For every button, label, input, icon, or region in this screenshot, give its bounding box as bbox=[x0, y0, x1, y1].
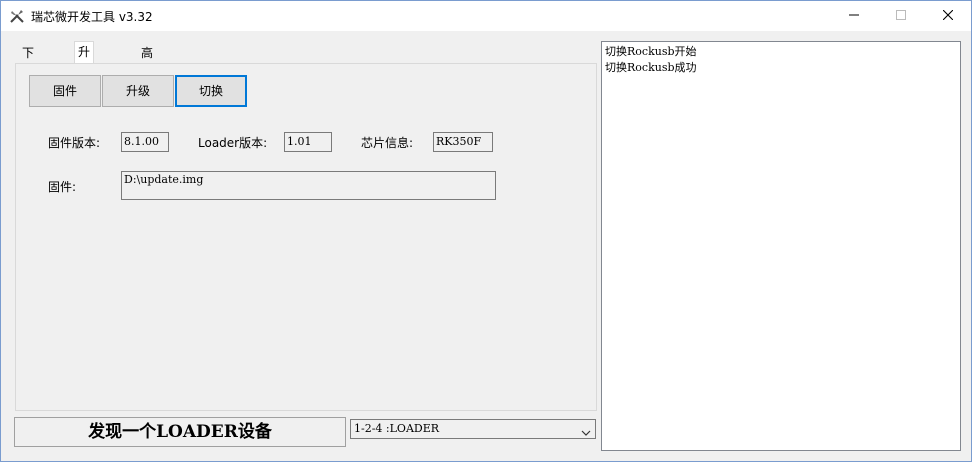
log-panel[interactable]: 切换Rockusb开始 切换Rockusb成功 bbox=[601, 41, 961, 451]
firmware-path-label: 固件: bbox=[48, 180, 77, 194]
close-icon bbox=[942, 9, 954, 21]
title-bar: 瑞芯微开发工具 v3.32 bbox=[1, 1, 971, 31]
chip-info-field: RK350F bbox=[433, 132, 493, 152]
main-window: 瑞芯微开发工具 v3.32 下载镜像 升级固件 高级功能 固件 升级 切换 固件… bbox=[0, 0, 972, 462]
switch-button[interactable]: 切换 bbox=[175, 75, 247, 107]
maximize-icon bbox=[896, 10, 906, 20]
minimize-button[interactable] bbox=[831, 1, 877, 31]
upgrade-button[interactable]: 升级 bbox=[102, 75, 174, 107]
firmware-button[interactable]: 固件 bbox=[29, 75, 101, 107]
fw-version-label: 固件版本: bbox=[48, 136, 101, 150]
minimize-icon bbox=[849, 14, 859, 16]
log-line: 切换Rockusb成功 bbox=[605, 61, 697, 74]
tab-download-image[interactable]: 下载镜像 bbox=[19, 43, 37, 120]
firmware-path-field[interactable]: D:\update.img bbox=[121, 171, 496, 200]
loader-version-field: 1.01 bbox=[284, 132, 332, 152]
log-line: 切换Rockusb开始 bbox=[605, 45, 697, 58]
loader-version-label: Loader版本: bbox=[198, 136, 268, 150]
tab-upgrade-firmware[interactable]: 升级固件 bbox=[74, 41, 95, 119]
device-select[interactable]: 1-2-4 :LOADER bbox=[350, 419, 596, 439]
status-bar: 发现一个LOADER设备 bbox=[14, 417, 346, 447]
device-select-value: 1-2-4 :LOADER bbox=[354, 422, 440, 435]
window-title: 瑞芯微开发工具 v3.32 bbox=[31, 10, 153, 24]
tab-advanced[interactable]: 高级功能 bbox=[138, 43, 156, 120]
fw-version-field: 8.1.00 bbox=[121, 132, 169, 152]
maximize-button[interactable] bbox=[878, 1, 924, 31]
tab-panel bbox=[15, 63, 597, 411]
chevron-down-icon bbox=[581, 425, 591, 443]
chip-info-label: 芯片信息: bbox=[361, 136, 414, 150]
close-button[interactable] bbox=[925, 1, 971, 31]
tools-icon bbox=[9, 8, 25, 24]
